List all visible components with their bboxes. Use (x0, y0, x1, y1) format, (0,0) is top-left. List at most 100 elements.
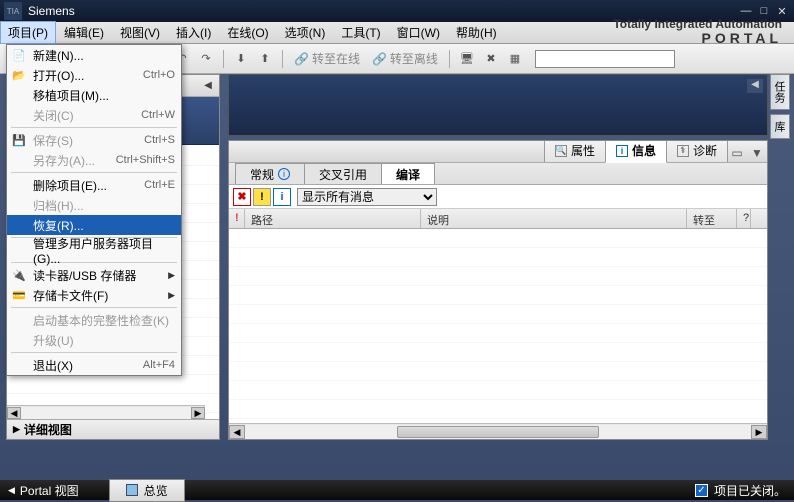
menu-restore[interactable]: 恢复(R)... (7, 215, 181, 235)
menu-close[interactable]: 关闭(C)Ctrl+W (7, 105, 181, 125)
col-desc[interactable]: 说明 (421, 209, 687, 228)
menu-archive[interactable]: 归档(H)... (7, 195, 181, 215)
menu-migrate[interactable]: 移植项目(M)... (7, 85, 181, 105)
message-filter-bar: ✖ ! i 显示所有消息 (229, 185, 767, 209)
side-tab-library[interactable]: 库 (770, 114, 790, 139)
expand-icon: ▶ (13, 424, 20, 435)
go-online-button[interactable]: 🔗 转至在线 (290, 50, 364, 67)
menu-online[interactable]: 在线(O) (219, 21, 276, 44)
menu-new[interactable]: 📄新建(N)... (7, 45, 181, 65)
filter-info-icon[interactable]: i (273, 188, 291, 206)
detail-view-label: 详细视图 (24, 421, 72, 438)
menu-separator (11, 127, 177, 128)
menu-exit-shortcut: Alt+F4 (143, 359, 175, 371)
collapse-inspector-icon[interactable]: ▼ (747, 144, 767, 162)
overview-tab[interactable]: 总览 (109, 479, 185, 502)
inspector-h-scrollbar[interactable]: ◀ ▶ (229, 423, 767, 439)
scroll-left-icon[interactable]: ◀ (229, 425, 245, 439)
menu-tools[interactable]: 工具(T) (333, 21, 388, 44)
menu-integrity[interactable]: 启动基本的完整性检查(K) (7, 310, 181, 330)
maximize-button[interactable]: □ (756, 4, 772, 18)
menu-exit-label: 退出(X) (33, 357, 143, 374)
menu-edit[interactable]: 编辑(E) (56, 21, 112, 44)
menu-options[interactable]: 选项(N) (277, 21, 334, 44)
scroll-right-icon[interactable]: ▶ (191, 407, 205, 419)
scroll-right-icon[interactable]: ▶ (751, 425, 767, 439)
subtab-xref[interactable]: 交叉引用 (304, 163, 382, 184)
minimize-button[interactable]: — (738, 4, 754, 18)
tool-download-icon[interactable]: ⬇ (231, 49, 251, 69)
tool-redo-icon[interactable]: ↷ (196, 49, 216, 69)
message-grid (229, 229, 767, 423)
menu-separator (11, 307, 177, 308)
collapse-left-icon[interactable]: ◀ (197, 80, 219, 91)
main-panel: ◀ 🔍属性 i信息 ⚕ 诊断 ▭ ▼ 常规i 交叉引用 编译 ✖ ! i 显示所有… (228, 74, 768, 440)
app-title: Siemens (28, 4, 736, 18)
tab-info[interactable]: i信息 (605, 140, 667, 163)
go-offline-button[interactable]: 🔗 转至离线 (368, 50, 442, 67)
menu-manage-multi[interactable]: 管理多用户服务器项目(G)... (7, 240, 181, 260)
tab-properties[interactable]: 🔍属性 (544, 140, 606, 162)
filter-error-icon[interactable]: ✖ (233, 188, 251, 206)
menu-window[interactable]: 窗口(W) (389, 21, 448, 44)
subtab-compile[interactable]: 编译 (381, 163, 435, 184)
menu-close-shortcut: Ctrl+W (141, 109, 175, 121)
tool-cross-icon[interactable]: ✖ (481, 49, 501, 69)
card-icon: 💳 (11, 287, 27, 303)
chevron-left-icon: ◀ (8, 485, 15, 496)
overview-icon (126, 484, 138, 496)
go-online-label: 转至在线 (312, 50, 360, 67)
message-filter-select[interactable]: 显示所有消息 (297, 188, 437, 206)
menu-delete[interactable]: 删除项目(E)...Ctrl+E (7, 175, 181, 195)
menu-upgrade-label: 升级(U) (33, 332, 175, 349)
col-marker[interactable]: ! (229, 209, 245, 228)
menu-new-label: 新建(N)... (33, 47, 175, 64)
scroll-track[interactable] (21, 407, 191, 419)
menu-view[interactable]: 视图(V) (112, 21, 168, 44)
project-menu-popup: 📄新建(N)... 📂打开(O)...Ctrl+O 移植项目(M)... 关闭(… (6, 44, 182, 376)
subtab-general[interactable]: 常规i (235, 163, 305, 184)
detail-view-header[interactable]: ▶ 详细视图 (7, 419, 219, 439)
tool-upload-icon[interactable]: ⬆ (255, 49, 275, 69)
tab-diagnostics-label: 诊断 (693, 142, 717, 159)
col-path[interactable]: 路径 (245, 209, 421, 228)
tool-device-icon[interactable]: 🖥 (457, 49, 477, 69)
menu-mem-card[interactable]: 💳存储卡文件(F)▶ (7, 285, 181, 305)
menu-save-as[interactable]: 另存为(A)...Ctrl+Shift+S (7, 150, 181, 170)
filter-warning-icon[interactable]: ! (253, 188, 271, 206)
menu-save-shortcut: Ctrl+S (144, 134, 175, 146)
menu-restore-label: 恢复(R)... (33, 217, 175, 234)
menu-help[interactable]: 帮助(H) (448, 21, 505, 44)
col-goto[interactable]: 转至 (687, 209, 737, 228)
open-icon: 📂 (11, 67, 27, 83)
menu-open[interactable]: 📂打开(O)...Ctrl+O (7, 65, 181, 85)
close-button[interactable]: ✕ (774, 4, 790, 18)
layout-toggle-icon[interactable]: ▭ (727, 144, 747, 162)
menubar: 项目(P) 编辑(E) 视图(V) 插入(I) 在线(O) 选项(N) 工具(T… (0, 22, 794, 44)
menu-upgrade[interactable]: 升级(U) (7, 330, 181, 350)
diag-icon: ⚕ (677, 145, 689, 157)
usb-icon: 🔌 (11, 267, 27, 283)
tool-layout-icon[interactable]: ▦ (505, 49, 525, 69)
side-tab-tasks[interactable]: 任务 (770, 74, 790, 110)
menu-project[interactable]: 项目(P) (0, 21, 56, 44)
collapse-editor-icon[interactable]: ◀ (747, 79, 763, 93)
menu-delete-label: 删除项目(E)... (33, 177, 144, 194)
menu-save[interactable]: 💾保存(S)Ctrl+S (7, 130, 181, 150)
menu-card-reader[interactable]: 🔌读卡器/USB 存储器▶ (7, 265, 181, 285)
info-subtabs: 常规i 交叉引用 编译 (229, 163, 767, 185)
tab-diagnostics[interactable]: ⚕ 诊断 (666, 140, 728, 162)
inspector-panel: 🔍属性 i信息 ⚕ 诊断 ▭ ▼ 常规i 交叉引用 编译 ✖ ! i 显示所有消息… (228, 140, 768, 440)
scroll-thumb[interactable] (397, 426, 599, 438)
scroll-left-icon[interactable]: ◀ (7, 407, 21, 419)
scroll-track[interactable] (245, 425, 751, 439)
col-help[interactable]: ? (737, 209, 751, 228)
search-input[interactable] (535, 50, 675, 68)
menu-exit[interactable]: 退出(X)Alt+F4 (7, 355, 181, 375)
portal-view-button[interactable]: ◀ Portal 视图 (8, 482, 79, 499)
menu-insert[interactable]: 插入(I) (168, 21, 219, 44)
tree-h-scrollbar[interactable]: ◀ ▶ (7, 405, 205, 419)
status-right: ✓ 项目已关闭。 (695, 482, 786, 499)
menu-card-reader-label: 读卡器/USB 存储器 (33, 267, 168, 284)
overview-label: 总览 (144, 482, 168, 499)
